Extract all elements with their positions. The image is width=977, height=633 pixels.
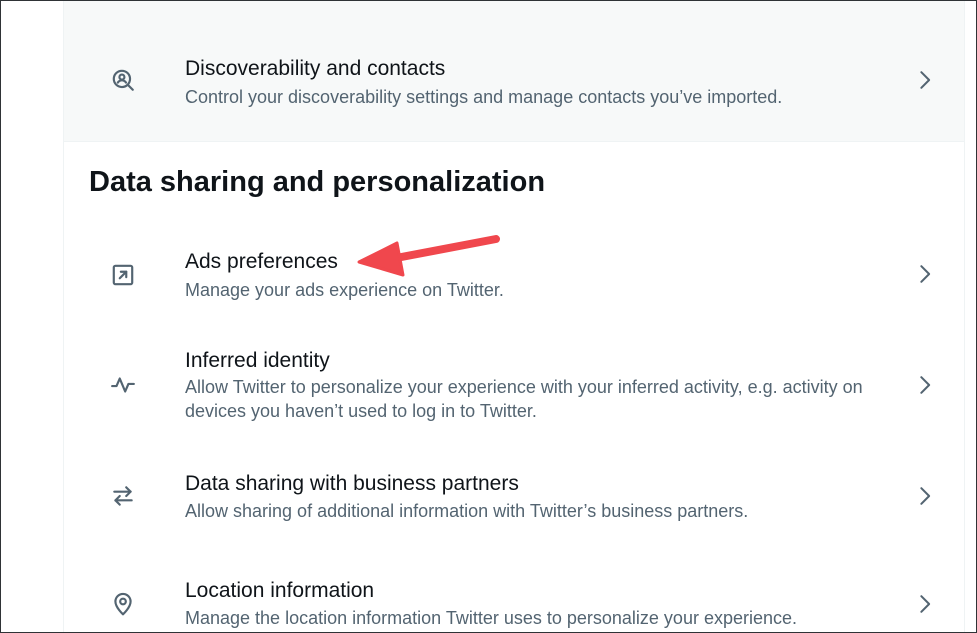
swap-arrows-icon	[110, 483, 136, 509]
chevron-right-icon	[914, 263, 936, 285]
settings-item-title: Location information	[185, 579, 375, 602]
settings-item-description: Manage the location information Twitter …	[185, 608, 798, 628]
settings-item-title: Discoverability and contacts	[185, 57, 446, 80]
settings-panel: Discoverability and contacts Control you…	[63, 1, 965, 632]
settings-item-description: Control your discoverability settings an…	[185, 87, 783, 107]
chevron-right-icon	[914, 593, 936, 615]
settings-item-title: Data sharing with business partners	[185, 472, 519, 495]
settings-item-ads-preferences[interactable]: Ads preferences Manage your ads experien…	[64, 226, 964, 321]
chevron-right-icon	[914, 374, 936, 396]
settings-item-business-partners[interactable]: Data sharing with business partners Allo…	[64, 451, 964, 546]
settings-item-inferred-identity[interactable]: Inferred identity Allow Twitter to perso…	[64, 326, 964, 446]
settings-item-title: Ads preferences	[185, 250, 338, 273]
settings-item-description: Allow sharing of additional information …	[185, 501, 749, 521]
section-title: Data sharing and personalization	[89, 166, 546, 198]
settings-item-location-information[interactable]: Location information Manage the location…	[64, 556, 964, 632]
annotation-arrow	[357, 235, 500, 277]
chevron-right-icon	[914, 485, 936, 507]
settings-item-description: Allow Twitter to personalize your experi…	[185, 377, 863, 421]
activity-pulse-icon	[110, 372, 136, 398]
section-divider	[64, 141, 964, 142]
external-box-arrow-icon	[110, 262, 136, 288]
settings-item-description: Manage your ads experience on Twitter.	[185, 280, 504, 300]
search-person-icon	[110, 67, 136, 93]
location-pin-icon	[110, 591, 136, 617]
chevron-right-icon	[914, 69, 936, 91]
settings-item-title: Inferred identity	[185, 349, 330, 372]
settings-item-discoverability[interactable]: Discoverability and contacts Control you…	[64, 1, 964, 141]
screenshot-frame: Discoverability and contacts Control you…	[0, 0, 977, 633]
